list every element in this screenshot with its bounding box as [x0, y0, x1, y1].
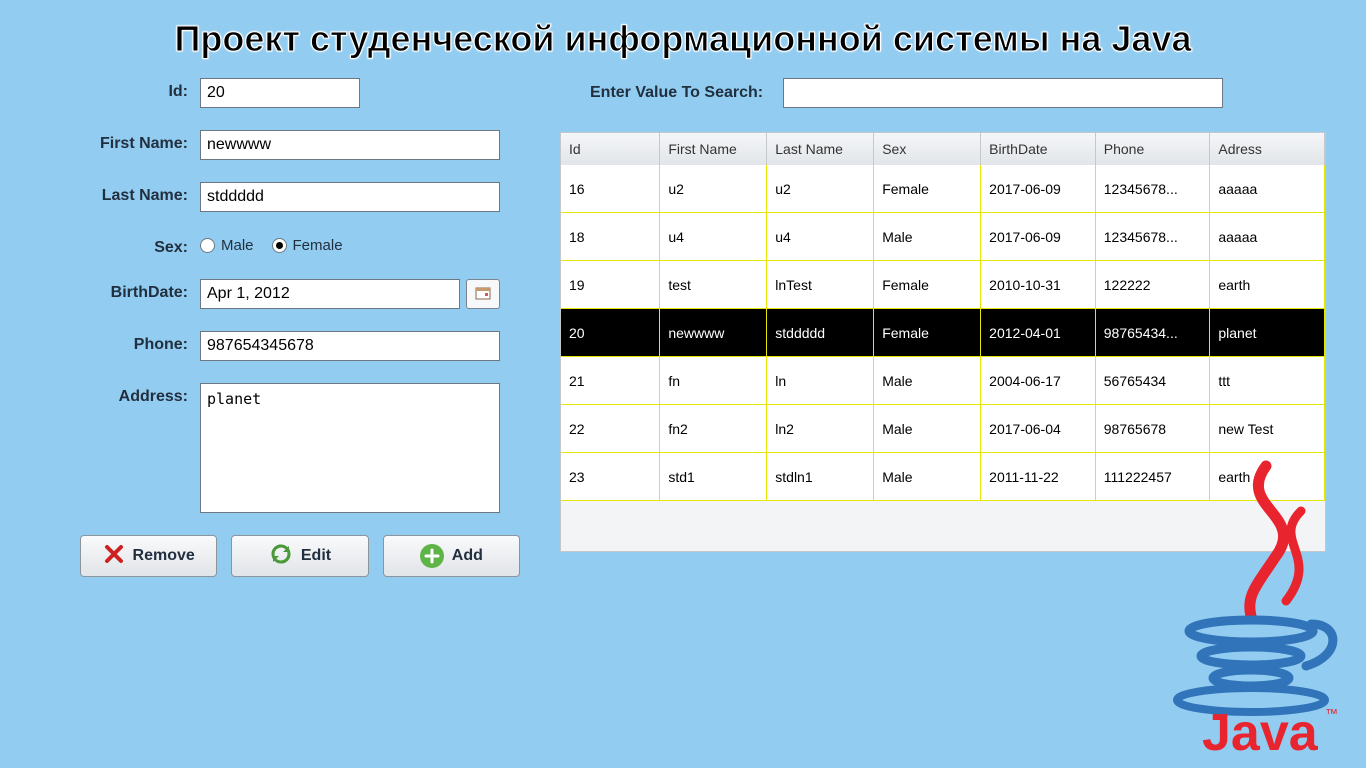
- table-cell: aaaaa: [1210, 213, 1325, 261]
- column-header[interactable]: First Name: [660, 133, 767, 165]
- table-cell: 2017-06-04: [981, 405, 1096, 453]
- table-row[interactable]: 20newwwwstdddddFemale2012-04-0198765434.…: [561, 309, 1325, 357]
- table-cell: 2011-11-22: [981, 453, 1096, 501]
- table-cell: ln: [767, 357, 874, 405]
- calendar-icon: [475, 286, 491, 303]
- table-cell: 12345678...: [1096, 213, 1211, 261]
- table-cell: 56765434: [1096, 357, 1211, 405]
- label-id: Id:: [40, 78, 200, 101]
- table-cell: 19: [561, 261, 660, 309]
- table-cell: 16: [561, 165, 660, 213]
- calendar-button[interactable]: [466, 279, 500, 309]
- table-cell: aaaaa: [1210, 165, 1325, 213]
- table-cell: 12345678...: [1096, 165, 1211, 213]
- table-cell: planet: [1210, 309, 1325, 357]
- table-cell: stdln1: [767, 453, 874, 501]
- last-name-field[interactable]: [200, 182, 500, 212]
- table-row[interactable]: 16u2u2Female2017-06-0912345678...aaaaa: [561, 165, 1325, 213]
- radio-male-label: Male: [221, 237, 254, 254]
- table-cell: 22: [561, 405, 660, 453]
- table-row[interactable]: 19testlnTestFemale2010-10-31122222earth: [561, 261, 1325, 309]
- radio-icon: [272, 238, 287, 253]
- table-cell: Female: [874, 309, 981, 357]
- add-button[interactable]: Add: [383, 535, 520, 577]
- table-cell: earth: [1210, 261, 1325, 309]
- table-cell: Female: [874, 165, 981, 213]
- search-label: Enter Value To Search:: [590, 84, 763, 102]
- edit-label: Edit: [301, 547, 331, 565]
- remove-icon: [103, 543, 125, 570]
- label-birthdate: BirthDate:: [40, 279, 200, 302]
- column-header[interactable]: Sex: [874, 133, 981, 165]
- table-cell: fn: [660, 357, 767, 405]
- table-cell: ttt: [1210, 357, 1325, 405]
- table-cell: 21: [561, 357, 660, 405]
- table-row[interactable]: 21fnlnMale2004-06-1756765434ttt: [561, 357, 1325, 405]
- table-cell: 20: [561, 309, 660, 357]
- table-header: IdFirst NameLast NameSexBirthDatePhoneAd…: [561, 133, 1325, 165]
- svg-text:™: ™: [1325, 706, 1338, 721]
- table-cell: Male: [874, 453, 981, 501]
- table-cell: fn2: [660, 405, 767, 453]
- first-name-field[interactable]: [200, 130, 500, 160]
- column-header[interactable]: BirthDate: [981, 133, 1096, 165]
- table-row[interactable]: 18u4u4Male2017-06-0912345678...aaaaa: [561, 213, 1325, 261]
- label-first-name: First Name:: [40, 130, 200, 153]
- search-input[interactable]: [783, 78, 1223, 108]
- remove-label: Remove: [133, 547, 195, 565]
- table-cell: Male: [874, 405, 981, 453]
- address-field[interactable]: planet: [200, 383, 500, 513]
- table-cell: 2017-06-09: [981, 213, 1096, 261]
- radio-female-label: Female: [293, 237, 343, 254]
- table-cell: new Test: [1210, 405, 1325, 453]
- column-header[interactable]: Adress: [1210, 133, 1325, 165]
- remove-button[interactable]: Remove: [80, 535, 217, 577]
- table-cell: 2004-06-17: [981, 357, 1096, 405]
- table-cell: Male: [874, 213, 981, 261]
- table-cell: test: [660, 261, 767, 309]
- svg-text:Java: Java: [1202, 704, 1319, 756]
- label-address: Address:: [40, 383, 200, 406]
- table-cell: std1: [660, 453, 767, 501]
- java-logo: Java ™: [1156, 456, 1346, 756]
- table-cell: 2010-10-31: [981, 261, 1096, 309]
- label-sex: Sex:: [40, 234, 200, 257]
- table-cell: lnTest: [767, 261, 874, 309]
- form-panel: Id: First Name: Last Name: Sex: Male Fem…: [40, 68, 520, 577]
- column-header[interactable]: Phone: [1096, 133, 1211, 165]
- table-cell: 122222: [1096, 261, 1211, 309]
- table-cell: u4: [767, 213, 874, 261]
- id-field[interactable]: [200, 78, 360, 108]
- table-row[interactable]: 22fn2ln2Male2017-06-0498765678new Test: [561, 405, 1325, 453]
- label-phone: Phone:: [40, 331, 200, 354]
- table-cell: 98765678: [1096, 405, 1211, 453]
- edit-button[interactable]: Edit: [231, 535, 368, 577]
- table-cell: 18: [561, 213, 660, 261]
- table-cell: 23: [561, 453, 660, 501]
- table-cell: u4: [660, 213, 767, 261]
- table-cell: newwww: [660, 309, 767, 357]
- birthdate-field[interactable]: [200, 279, 460, 309]
- label-last-name: Last Name:: [40, 182, 200, 205]
- table-cell: Male: [874, 357, 981, 405]
- phone-field[interactable]: [200, 331, 500, 361]
- table-cell: ln2: [767, 405, 874, 453]
- table-cell: Female: [874, 261, 981, 309]
- radio-female[interactable]: Female: [272, 237, 343, 254]
- table-cell: u2: [767, 165, 874, 213]
- add-label: Add: [452, 547, 483, 565]
- page-title: Проект студенческой информационной систе…: [0, 0, 1366, 68]
- refresh-icon: [269, 542, 293, 571]
- column-header[interactable]: Id: [561, 133, 660, 165]
- table-cell: stddddd: [767, 309, 874, 357]
- column-header[interactable]: Last Name: [767, 133, 874, 165]
- table-cell: 2012-04-01: [981, 309, 1096, 357]
- table-cell: u2: [660, 165, 767, 213]
- plus-icon: [420, 544, 444, 568]
- radio-male[interactable]: Male: [200, 237, 254, 254]
- table-cell: 2017-06-09: [981, 165, 1096, 213]
- table-cell: 98765434...: [1096, 309, 1211, 357]
- radio-icon: [200, 238, 215, 253]
